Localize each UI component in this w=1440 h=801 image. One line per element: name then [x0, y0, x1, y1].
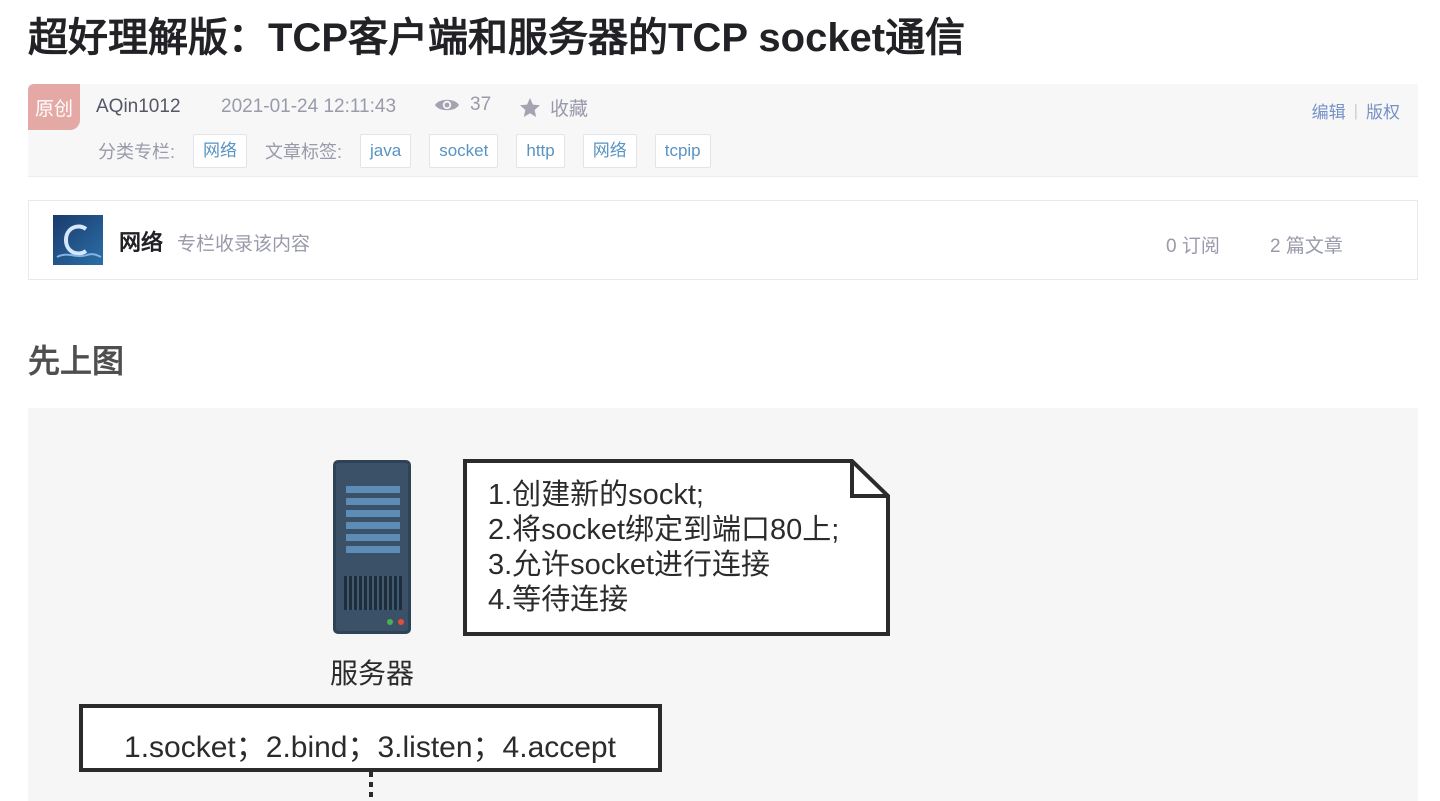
column-avatar: [53, 215, 103, 265]
tag-socket[interactable]: socket: [429, 134, 499, 168]
note-line: 3.允许socket进行连接: [488, 549, 770, 581]
view-count: 37: [434, 94, 491, 116]
favorite-label: 收藏: [550, 99, 589, 120]
link-separator: |: [1353, 100, 1358, 120]
original-badge: 原创: [28, 84, 80, 130]
column-article-count: 2 篇文章: [1270, 236, 1343, 257]
author-link[interactable]: AQin1012: [96, 96, 181, 118]
tag-network[interactable]: 网络: [582, 134, 637, 168]
tcp-diagram: 1.创建新的sockt; 2.将socket绑定到端口80上; 3.允许sock…: [28, 408, 1418, 801]
socket-calls: 1.socket；2.bind；3.listen；4.accept: [124, 731, 616, 764]
publish-date: 2021-01-24 12:11:43: [221, 96, 397, 117]
category-tag[interactable]: 网络: [193, 134, 248, 168]
note-line: 2.将socket绑定到端口80上;: [488, 514, 840, 546]
tags-row: 分类专栏: 网络 文章标签: java socket http 网络 tcpip: [98, 134, 729, 168]
eye-icon: [435, 99, 459, 111]
category-label: 分类专栏:: [98, 142, 176, 162]
edit-link[interactable]: 编辑: [1312, 98, 1346, 123]
favorite-button[interactable]: 收藏: [518, 94, 588, 121]
article-title: 超好理解版：TCP客户端和服务器的TCP socket通信: [28, 16, 966, 60]
server-label: 服务器: [330, 658, 415, 689]
star-icon: [520, 97, 540, 117]
tag-java[interactable]: java: [360, 134, 412, 168]
column-subscriptions: 0 订阅: [1166, 236, 1220, 257]
server-icon: [333, 460, 411, 634]
section-heading: 先上图: [28, 343, 125, 379]
tag-label: 文章标签:: [265, 142, 343, 162]
tag-tcpip[interactable]: tcpip: [654, 134, 711, 168]
column-description: 专栏收录该内容: [177, 234, 311, 255]
note-text: 1.创建新的sockt; 2.将socket绑定到端口80上; 3.允许sock…: [488, 478, 839, 618]
column-name[interactable]: 网络: [119, 225, 163, 257]
article-meta: 原创 AQin1012 2021-01-24 12:11:43 37 收藏 编辑…: [28, 84, 1418, 177]
note-line: 1.创建新的sockt;: [488, 479, 704, 511]
view-count-value: 37: [470, 94, 492, 115]
column-card[interactable]: 网络 专栏收录该内容 0 订阅 2 篇文章: [28, 200, 1418, 280]
edit-links: 编辑 | 版权: [1312, 98, 1400, 123]
note-line: 4.等待连接: [488, 584, 629, 616]
copyright-link[interactable]: 版权: [1366, 98, 1400, 123]
tag-http[interactable]: http: [516, 134, 565, 168]
